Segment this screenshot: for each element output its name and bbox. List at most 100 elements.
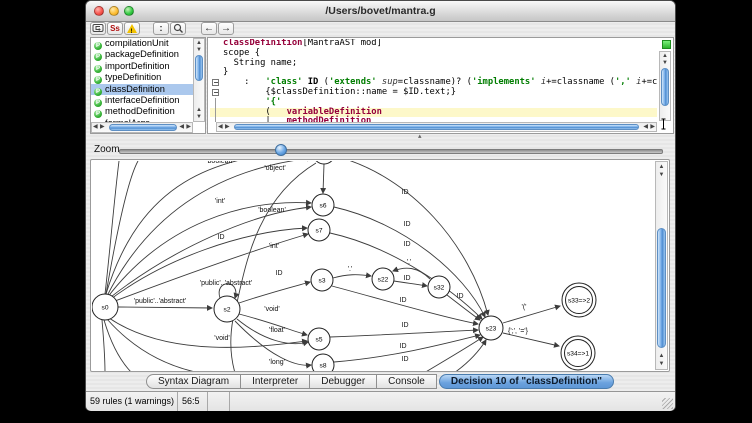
rule-item-packageDefinition[interactable]: PpackageDefinition <box>91 49 193 60</box>
tab-decision-10-of-classdefinition-[interactable]: Decision 10 of "classDefinition" <box>439 374 614 389</box>
decision-graph-svg[interactable]: 'boolean''object''int''boolean'ID'int''p… <box>92 161 657 372</box>
scroll-down-icon[interactable]: ▼ <box>656 361 667 367</box>
scroll-up-icon[interactable]: ▲ <box>194 40 204 46</box>
splitter-collapse-icon[interactable]: ▴ <box>418 132 422 140</box>
editor-hscrollbar[interactable]: ◀ ▶ ◀ ▶ <box>216 122 657 132</box>
code-segment: +=classname ( <box>546 77 615 87</box>
svg-text:s22: s22 <box>378 277 389 284</box>
rule-item-classDefinition[interactable]: PclassDefinition <box>91 84 193 95</box>
graph-edge <box>107 319 200 372</box>
rules-vscroll-thumb[interactable] <box>195 55 203 81</box>
scroll-left-icon[interactable]: ◀ <box>179 123 184 132</box>
tab-debugger[interactable]: Debugger <box>309 374 377 389</box>
editor-hscroll-thumb[interactable] <box>234 124 639 130</box>
rule-item-methodDefinition[interactable]: PmethodDefinition <box>91 106 193 117</box>
svg-text:s34=>1: s34=>1 <box>567 351 589 358</box>
search-icon <box>173 23 184 34</box>
rule-label: packageDefinition <box>105 49 179 59</box>
code-segment: sup <box>382 77 398 87</box>
tab-interpreter[interactable]: Interpreter <box>240 374 310 389</box>
tab-console[interactable]: Console <box>376 374 437 389</box>
scroll-down-icon[interactable]: ▼ <box>660 60 670 66</box>
graph-edge <box>424 337 483 372</box>
graph-edge <box>394 281 427 286</box>
graph-edge-label: 'public'..'abstract' <box>134 298 186 305</box>
back-button[interactable]: ← <box>201 22 217 35</box>
rules-list[interactable]: PcompilationUnitPpackageDefinitionPimpor… <box>91 38 193 122</box>
state-node-s6: s6 <box>312 194 334 216</box>
scroll-up-icon[interactable]: ▲ <box>660 53 670 59</box>
graph-edge <box>330 330 478 337</box>
scroll-up-icon[interactable]: ▲ <box>656 353 667 359</box>
rule-label: classDefinition <box>105 84 165 94</box>
svg-text:s32: s32 <box>434 285 445 292</box>
forward-button[interactable]: → <box>218 22 234 35</box>
graph-edge-label: ID <box>400 343 407 350</box>
rule-item-compilationUnit[interactable]: PcompilationUnit <box>91 38 193 49</box>
scroll-left-icon[interactable]: ◀ <box>643 123 648 131</box>
scroll-up-icon[interactable]: ▲ <box>194 107 204 113</box>
rules-hscroll-thumb[interactable] <box>109 124 177 131</box>
state-node-s33=>2: s33=>2 <box>562 283 596 317</box>
rule-item-importDefinition[interactable]: PimportDefinition <box>91 61 193 72</box>
find-button[interactable] <box>170 22 186 35</box>
rules-count-status: 59 rules (1 warnings) <box>86 392 178 411</box>
code-line[interactable]: classDefinition[MantraAST mod] <box>210 39 657 49</box>
rule-item-typeDefinition[interactable]: PtypeDefinition <box>91 72 193 83</box>
scroll-down-icon[interactable]: ▼ <box>194 47 204 53</box>
syntax-coloring-button[interactable]: Ss <box>107 22 123 35</box>
graph-edge-label: 'int' <box>215 198 225 205</box>
state-node-s22: s22 <box>372 268 394 290</box>
scroll-down-icon[interactable]: ▼ <box>194 114 204 120</box>
warnings-button[interactable]: ! <box>124 22 140 35</box>
state-node-s32: s32 <box>428 276 450 298</box>
graph-vscrollbar[interactable]: ▲ ▼ ▲ ▼ <box>655 161 668 370</box>
graph-vscroll-thumb[interactable] <box>657 228 666 348</box>
zoom-slider-knob[interactable] <box>275 144 287 156</box>
graph-edge-label: ID <box>404 241 411 248</box>
code-segment: '{' <box>265 97 281 107</box>
resize-grip[interactable] <box>662 398 673 409</box>
scroll-right-icon[interactable]: ▶ <box>225 123 230 131</box>
tab-syntax-diagram[interactable]: Syntax Diagram <box>146 374 241 389</box>
horizontal-splitter[interactable]: ▴ <box>86 134 675 143</box>
scroll-left-icon[interactable]: ◀ <box>93 123 98 132</box>
grammar-button[interactable] <box>90 22 106 35</box>
title-bar[interactable]: /Users/bovet/mantra.g <box>86 1 675 22</box>
graph-edge-label: ID <box>402 189 409 196</box>
zoom-slider-track[interactable] <box>119 149 663 154</box>
code-line[interactable]: String name; <box>210 59 657 69</box>
graph-edge-label: 'boolean' <box>206 161 234 165</box>
editor-code[interactable]: classDefinition[MantraAST mod]scope { St… <box>210 39 657 122</box>
editor-vscroll-thumb[interactable] <box>661 68 669 106</box>
svg-text:s33=>2: s33=>2 <box>568 298 590 305</box>
ideas-button[interactable]: : <box>153 22 169 35</box>
code-segment: scope { <box>223 48 260 58</box>
editor-vscrollbar[interactable]: ▲ ▼ <box>659 51 671 121</box>
scroll-right-icon[interactable]: ▶ <box>100 123 105 132</box>
ibeam-cursor <box>660 118 667 130</box>
state-node-s34=>1: s34=>1 <box>561 336 595 370</box>
caret-position-status: 56:5 <box>178 392 208 411</box>
scroll-up-icon[interactable]: ▲ <box>656 164 667 170</box>
scroll-right-icon[interactable]: ▶ <box>650 123 655 131</box>
rules-vscrollbar[interactable]: ▲ ▼ ▲ ▼ <box>193 38 205 122</box>
graph-edge-label: 'float' <box>269 327 285 334</box>
zoom-label: Zoom <box>94 142 120 158</box>
code-segment: } <box>223 67 228 77</box>
scroll-right-icon[interactable]: ▶ <box>186 123 191 132</box>
code-segment: : <box>223 77 265 87</box>
graph-edge-label: '(' <box>521 304 526 311</box>
warning-icon: ! <box>127 24 137 33</box>
scroll-left-icon[interactable]: ◀ <box>218 123 223 131</box>
graph-edge-label: ID <box>404 221 411 228</box>
status-spacer-cell <box>208 392 230 411</box>
state-node-s8: s8 <box>312 354 334 372</box>
scroll-down-icon[interactable]: ▼ <box>656 172 667 178</box>
graph-edge-label: 'public'..'abstract' <box>200 280 252 287</box>
state-node-s5: s5 <box>308 328 330 350</box>
rule-item-interfaceDefinition[interactable]: PinterfaceDefinition <box>91 95 193 106</box>
graph-edge <box>106 161 138 294</box>
rule-label: typeDefinition <box>105 72 161 82</box>
rules-hscrollbar[interactable]: ◀ ▶ ◀ ▶ <box>91 122 193 133</box>
